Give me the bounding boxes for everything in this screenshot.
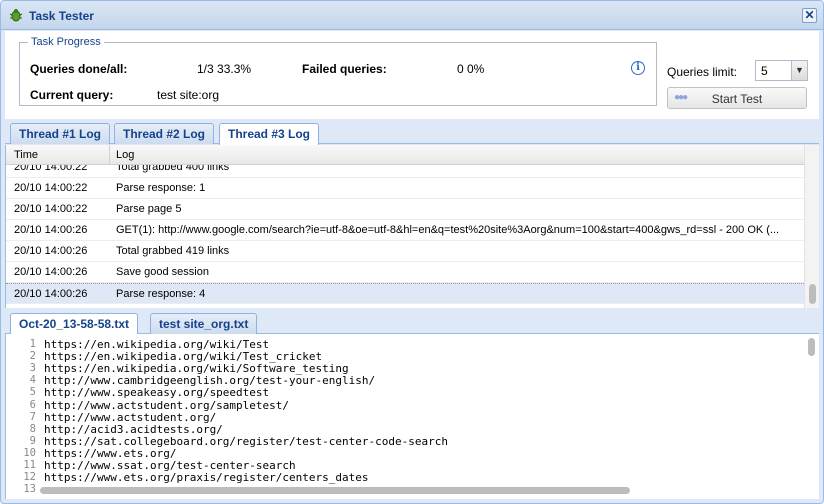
task-tester-window: Task Tester ✕ Task Progress Queries done… [0, 0, 824, 504]
tab-thread-2-log[interactable]: Thread #2 Log [114, 123, 215, 144]
editor-hscroll-thumb[interactable] [40, 487, 630, 494]
table-row[interactable]: 20/10 14:00:22 Parse page 5 [6, 199, 804, 220]
log-grid-scroll-thumb[interactable] [809, 284, 816, 304]
log-cell: GET(1): http://www.google.com/search?ie=… [116, 224, 780, 236]
code-line: http://www.actstudent.org/sampletest/ [44, 398, 290, 412]
tab-thread-3-log[interactable]: Thread #3 Log [219, 123, 320, 145]
line-number: 10 [23, 446, 36, 459]
editor-horizontal-scrollbar[interactable] [40, 487, 804, 495]
code-line: http://www.ssat.org/test-center-search [44, 459, 296, 472]
code-line: http://www.speakeasy.org/speedtest [44, 386, 270, 400]
failed-queries-value: 0 0% [457, 62, 485, 76]
code-line: https://sat.collegeboard.org/register/te… [44, 434, 448, 448]
current-query-value: test site:org [157, 88, 220, 102]
line-number: 8 [29, 422, 36, 435]
log-cell: Total grabbed 400 links [116, 165, 230, 173]
column-header-log[interactable]: Log [116, 149, 134, 161]
line-number: 4 [29, 374, 36, 387]
table-row[interactable]: 20/10 14:00:26 Save good session [6, 262, 804, 283]
info-icon[interactable]: i [631, 61, 645, 75]
time-cell: 20/10 14:00:22 [14, 203, 88, 215]
file-tabstrip: Oct-20_13-58-58.txt test site_org.txt [5, 310, 819, 335]
line-number: 7 [29, 410, 36, 423]
line-number: 13 [23, 483, 36, 496]
table-row-selected[interactable]: 20/10 14:00:26 Parse response: 4 [6, 283, 804, 304]
log-cell: Parse response: 4 [116, 288, 206, 300]
time-cell: 20/10 14:00:26 [14, 288, 88, 300]
log-grid-body: 20/10 14:00:22 Total grabbed 400 links 2… [6, 165, 804, 308]
failed-queries-label: Failed queries: [302, 62, 387, 76]
queries-done-value: 1/3 33.3% [197, 62, 252, 76]
column-header-time[interactable]: Time [14, 149, 38, 161]
task-progress-panel: Task Progress Queries done/all: 1/3 33.3… [5, 31, 819, 119]
chevron-down-icon[interactable]: ▼ [791, 61, 807, 80]
time-cell: 20/10 14:00:22 [14, 165, 88, 173]
line-number: 9 [29, 434, 36, 447]
code-line: https://www.ets.org/praxis/register/cent… [44, 471, 369, 485]
code-line: https://www.ets.org/ [44, 446, 177, 460]
time-cell: 20/10 14:00:26 [14, 266, 88, 278]
line-number: 6 [29, 398, 36, 411]
log-cell: Save good session [116, 266, 209, 278]
line-number: 1 [29, 338, 36, 350]
current-query-label: Current query: [30, 88, 114, 102]
time-cell: 20/10 14:00:26 [14, 245, 88, 257]
bug-icon [9, 9, 23, 22]
queries-done-label: Queries done/all: [30, 62, 128, 76]
tab-thread-1-log[interactable]: Thread #1 Log [10, 123, 111, 144]
table-row[interactable]: 20/10 14:00:22 Total grabbed 400 links [6, 165, 804, 178]
title-bar[interactable]: Task Tester ✕ [1, 1, 823, 30]
editor-vscroll-thumb[interactable] [808, 338, 815, 356]
editor-vertical-scrollbar[interactable] [804, 334, 819, 499]
queries-limit-select[interactable]: 5 ▼ [755, 60, 808, 81]
code-line: https://en.wikipedia.org/wiki/Software_t… [44, 362, 349, 376]
log-grid-header: Time Log [6, 145, 804, 165]
tab-file-oct-20[interactable]: Oct-20_13-58-58.txt [10, 313, 139, 335]
log-tabstrip: Thread #1 Log Thread #2 Log Thread #3 Lo… [5, 120, 819, 145]
table-row[interactable]: 20/10 14:00:26 GET(1): http://www.google… [6, 220, 804, 241]
line-number: 5 [29, 386, 36, 399]
file-content-editor[interactable]: 1 https://en.wikipedia.org/wiki/Test 2 http… [5, 334, 819, 499]
line-number: 11 [23, 459, 36, 471]
close-icon[interactable]: ✕ [802, 8, 817, 23]
window-title: Task Tester [29, 9, 94, 23]
start-test-label: Start Test [711, 92, 763, 106]
log-grid-scrollbar[interactable] [804, 145, 819, 308]
log-cell: Total grabbed 419 links [116, 245, 230, 257]
log-cell: Parse page 5 [116, 203, 182, 215]
line-number: 3 [29, 362, 36, 375]
table-row[interactable]: 20/10 14:00:26 Total grabbed 419 links [6, 241, 804, 262]
code-line: http://acid3.acidtests.org/ [44, 422, 223, 436]
code-line: http://www.cambridgeenglish.org/test-you… [44, 374, 376, 388]
tab-file-test-site-org[interactable]: test site_org.txt [150, 313, 258, 334]
code-line: https://en.wikipedia.org/wiki/Test_crick… [44, 350, 323, 364]
time-cell: 20/10 14:00:26 [14, 224, 88, 236]
task-progress-legend: Task Progress [31, 36, 101, 48]
line-number: 2 [29, 350, 36, 363]
log-grid: Time Log 20/10 14:00:22 Total grabbed 40… [5, 145, 819, 308]
time-cell: 20/10 14:00:22 [14, 182, 88, 194]
start-test-button[interactable]: ●●● Start Test [667, 87, 807, 109]
task-progress-fieldset: Task Progress Queries done/all: 1/3 33.3… [19, 36, 657, 106]
queries-limit-value: 5 [761, 64, 768, 78]
queries-limit-label: Queries limit: [667, 65, 738, 79]
line-number: 12 [23, 471, 36, 484]
log-cell: Parse response: 1 [116, 182, 206, 194]
table-row[interactable]: 20/10 14:00:22 Parse response: 1 [6, 178, 804, 199]
code-line: https://en.wikipedia.org/wiki/Test [44, 338, 270, 351]
column-divider[interactable] [109, 145, 110, 165]
code-line: http://www.actstudent.org/ [44, 410, 217, 424]
